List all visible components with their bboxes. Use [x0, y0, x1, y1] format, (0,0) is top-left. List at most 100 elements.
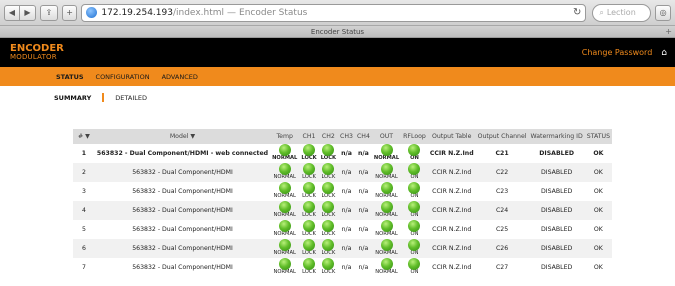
rfloop-cell-label: ON: [410, 212, 419, 218]
output-table-cell: CCIR N.Z.Ind: [427, 258, 476, 277]
ch4-cell: n/a: [354, 201, 372, 220]
temp-cell-label: NORMAL: [273, 269, 296, 275]
output-table-cell: CCIR N.Z.Ind: [427, 239, 476, 258]
rfloop-cell: ON: [401, 163, 428, 182]
reload-icon[interactable]: ↻: [573, 7, 581, 18]
ch2-cell: LOCK: [318, 220, 339, 239]
ch4-cell: n/a: [354, 239, 372, 258]
tab-title[interactable]: Encoder Status: [311, 28, 364, 36]
rfloop-cell: ON: [401, 201, 428, 220]
add-bookmark-icon[interactable]: +: [61, 4, 78, 21]
encoder-status-table: # ▼ Model ▼ Temp CH1 CH2 CH3 CH4 OUT RFL…: [73, 129, 612, 277]
subnav-summary[interactable]: SUMMARY: [54, 94, 91, 102]
row-number: 7: [73, 258, 95, 277]
ch1-cell: LOCK: [299, 163, 319, 182]
temp-cell: NORMAL: [270, 163, 300, 182]
status-led-icon: [278, 182, 291, 194]
out-cell: NORMAL: [371, 182, 402, 201]
nav-status[interactable]: STATUS: [56, 73, 84, 81]
row-number: 3: [73, 182, 95, 201]
temp-cell-label: NORMAL: [273, 174, 296, 180]
ch3-cell: n/a: [338, 258, 355, 277]
url-path: /index.html: [172, 7, 225, 18]
home-icon[interactable]: ⌂: [661, 48, 667, 58]
forward-icon[interactable]: ▶: [20, 4, 36, 21]
change-password-link[interactable]: Change Password: [582, 48, 653, 57]
temp-cell-label: NORMAL: [273, 231, 296, 237]
output-channel-cell: C27: [475, 258, 529, 277]
col-header-model[interactable]: Model ▼: [94, 129, 271, 144]
nav-configuration[interactable]: CONFIGURATION: [96, 73, 150, 81]
ch2-cell: LOCK: [318, 239, 339, 258]
ch3-cell: n/a: [338, 144, 355, 163]
rfloop-cell: ON: [401, 258, 428, 277]
rfloop-cell-label: ON: [410, 250, 419, 256]
share-icon[interactable]: ⇪: [40, 4, 58, 21]
watermarking-cell: DISABLED: [528, 220, 585, 239]
ch4-cell: n/a: [354, 220, 372, 239]
ch2-cell-label: LOCK: [321, 231, 336, 237]
temp-cell-label: NORMAL: [273, 250, 296, 256]
search-field[interactable]: ⌕ Lection: [592, 3, 652, 22]
table-row[interactable]: 4 563832 - Dual Component/HDMI NORMAL LOCK L…: [73, 201, 612, 220]
out-cell-label: NORMAL: [373, 155, 400, 161]
row-model: 563832 - Dual Component/HDMI: [94, 239, 271, 258]
table-row[interactable]: 6 563832 - Dual Component/HDMI NORMAL LOCK L…: [73, 239, 612, 258]
status-cell: OK: [584, 239, 612, 258]
app-header: ENCODER MODULATOR Change Password ⌂: [0, 38, 675, 67]
row-number: 6: [73, 239, 95, 258]
output-channel-cell: C23: [475, 182, 529, 201]
status-led-icon: [380, 258, 393, 270]
out-cell-label: NORMAL: [375, 193, 398, 199]
ch3-cell: n/a: [338, 220, 355, 239]
status-led-icon: [380, 144, 393, 156]
table-row[interactable]: 3 563832 - Dual Component/HDMI NORMAL LOCK L…: [73, 182, 612, 201]
watermarking-cell: DISABLED: [528, 201, 585, 220]
ch4-cell: n/a: [354, 258, 372, 277]
ch1-cell-label: LOCK: [302, 231, 316, 237]
back-icon[interactable]: ◀: [4, 4, 20, 21]
search-placeholder: Lection: [606, 8, 636, 17]
ch1-cell: LOCK: [299, 182, 319, 201]
ch1-cell: LOCK: [299, 220, 319, 239]
output-channel-cell: C26: [475, 239, 529, 258]
temp-cell: NORMAL: [270, 144, 300, 163]
out-cell-label: NORMAL: [375, 231, 398, 237]
main-nav: STATUS CONFIGURATION ADVANCED: [0, 67, 675, 86]
address-bar[interactable]: 172.19.254.193 /index.html — Encoder Sta…: [81, 3, 587, 22]
table-row[interactable]: 7 563832 - Dual Component/HDMI NORMAL LOCK L…: [73, 258, 612, 277]
status-cell: OK: [584, 163, 612, 182]
row-number: 4: [73, 201, 95, 220]
table-row[interactable]: 1 563832 - Dual Component/HDMI - web conn…: [73, 144, 612, 163]
ch1-cell: LOCK: [299, 239, 319, 258]
logo: ENCODER MODULATOR: [10, 43, 64, 62]
status-led-icon: [380, 239, 393, 251]
status-led-icon: [278, 144, 291, 156]
reader-icon[interactable]: ◎: [655, 4, 672, 21]
ch1-cell-label: LOCK: [301, 155, 317, 161]
col-header-temp: Temp: [270, 129, 300, 144]
new-tab-icon[interactable]: +: [665, 27, 672, 36]
url-host: 172.19.254.193: [101, 7, 173, 18]
status-led-icon: [408, 163, 421, 175]
temp-cell-label: NORMAL: [273, 212, 296, 218]
output-channel-cell: C25: [475, 220, 529, 239]
temp-cell-label: NORMAL: [272, 155, 298, 161]
ch1-cell: LOCK: [299, 201, 319, 220]
table-row[interactable]: 2 563832 - Dual Component/HDMI NORMAL LOCK L…: [73, 163, 612, 182]
subnav-detailed[interactable]: DETAILED: [115, 94, 147, 102]
status-cell: OK: [584, 144, 612, 163]
search-icon: ⌕: [599, 7, 604, 17]
out-cell: NORMAL: [371, 258, 402, 277]
subnav-divider: [102, 93, 105, 102]
nav-advanced[interactable]: ADVANCED: [162, 73, 198, 81]
rfloop-cell: ON: [401, 144, 428, 163]
col-header-num[interactable]: # ▼: [73, 129, 95, 144]
out-cell-label: NORMAL: [375, 269, 398, 275]
out-cell: NORMAL: [371, 163, 402, 182]
output-channel-cell: C24: [475, 201, 529, 220]
ch4-cell: n/a: [354, 163, 372, 182]
table-header-row: # ▼ Model ▼ Temp CH1 CH2 CH3 CH4 OUT RFL…: [73, 129, 612, 144]
table-row[interactable]: 5 563832 - Dual Component/HDMI NORMAL LOCK L…: [73, 220, 612, 239]
ch2-cell: LOCK: [318, 163, 339, 182]
